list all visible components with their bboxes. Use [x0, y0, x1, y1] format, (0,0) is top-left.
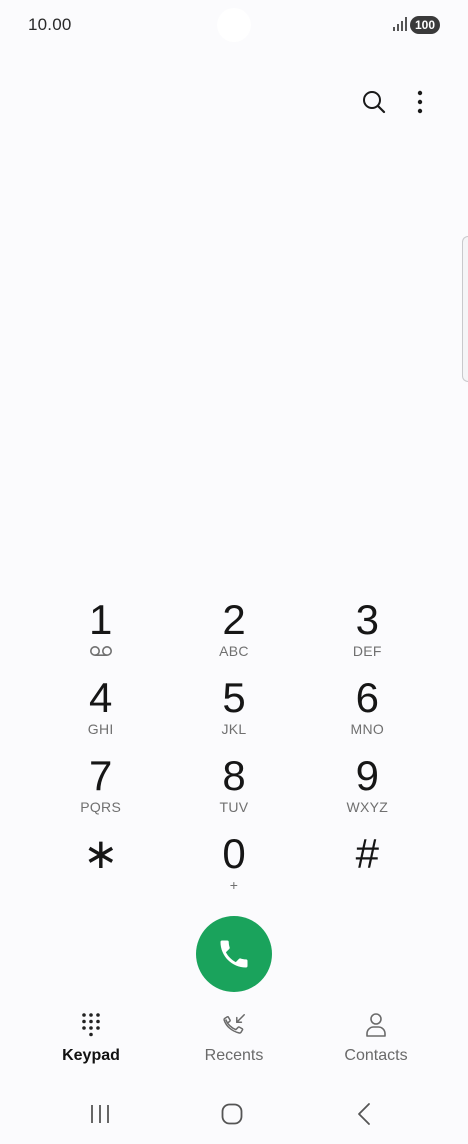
- back-button[interactable]: [342, 1092, 386, 1136]
- search-button[interactable]: [354, 82, 394, 122]
- dialpad: 1 2 ABC 3 DEF 4 GHI 5 JKL 6 MNO 7 PQRS 8…: [34, 597, 434, 909]
- key-letters: +: [229, 877, 239, 893]
- key-letters: MNO: [350, 721, 385, 737]
- phone-dialer-screen: 10.00 100 1 2 ABC 3 DEF 4 GHI 5 JKL 6 MN…: [0, 0, 468, 1144]
- tab-keypad[interactable]: Keypad: [31, 1012, 151, 1072]
- key-0[interactable]: 0 +: [167, 831, 300, 909]
- key-8[interactable]: 8 TUV: [167, 753, 300, 831]
- key-digit: 9: [355, 752, 379, 799]
- key-6[interactable]: 6 MNO: [301, 675, 434, 753]
- key-digit: 6: [355, 674, 379, 721]
- voicemail-icon: [89, 646, 112, 656]
- key-digit: ∗: [83, 830, 119, 877]
- key-digit: 4: [88, 674, 113, 721]
- dialpad-icon: [82, 1013, 100, 1037]
- key-digit: 8: [222, 752, 246, 799]
- key-4[interactable]: 4 GHI: [34, 675, 167, 753]
- key-9[interactable]: 9 WXYZ: [301, 753, 434, 831]
- signal-icon: [393, 17, 407, 31]
- key-3[interactable]: 3 DEF: [301, 597, 434, 675]
- key-letters: WXYZ: [346, 799, 389, 815]
- status-time: 10.00: [28, 15, 72, 34]
- home-button[interactable]: [210, 1092, 254, 1136]
- key-2[interactable]: 2 ABC: [167, 597, 300, 675]
- key-letters: GHI: [87, 721, 114, 737]
- key-letters: TUV: [219, 799, 249, 815]
- key-digit: 0: [222, 830, 246, 877]
- battery-indicator: 100: [410, 16, 440, 34]
- key-digit: 3: [355, 596, 379, 643]
- key-letters: ABC: [219, 643, 249, 659]
- more-options-button[interactable]: [400, 82, 440, 122]
- key-7[interactable]: 7 PQRS: [34, 753, 167, 831]
- key-digit: 2: [222, 596, 246, 643]
- tab-label: Keypad: [62, 1047, 120, 1064]
- home-icon: [221, 1103, 243, 1125]
- key-digit: 7: [88, 752, 113, 799]
- key-letters: JKL: [221, 721, 247, 737]
- key-digit: 1: [88, 596, 113, 643]
- bottom-tab-bar: Keypad Recents Contacts: [0, 1012, 468, 1072]
- key-letters: DEF: [352, 643, 382, 659]
- key-1[interactable]: 1: [34, 597, 167, 675]
- camera-cutout: [217, 8, 251, 42]
- search-icon: [363, 91, 386, 114]
- more-vertical-icon: [417, 90, 423, 114]
- tab-contacts[interactable]: Contacts: [316, 1012, 436, 1072]
- back-icon: [358, 1103, 370, 1125]
- key-hash[interactable]: #: [301, 831, 434, 909]
- key-5[interactable]: 5 JKL: [167, 675, 300, 753]
- system-navigation-bar: [0, 1092, 468, 1136]
- recent-apps-icon: [91, 1105, 109, 1123]
- person-icon: [366, 1013, 386, 1037]
- tab-recents[interactable]: Recents: [174, 1012, 294, 1072]
- edge-panel-handle[interactable]: [462, 236, 468, 382]
- recent-apps-button[interactable]: [78, 1092, 122, 1136]
- key-letters: PQRS: [80, 799, 122, 815]
- tab-label: Recents: [204, 1047, 264, 1064]
- phone-icon: [220, 940, 248, 968]
- call-button[interactable]: [196, 916, 272, 992]
- key-digit: 5: [222, 674, 246, 721]
- tab-label: Contacts: [344, 1047, 408, 1064]
- key-star[interactable]: ∗: [34, 831, 167, 909]
- key-digit: #: [355, 830, 379, 877]
- recents-call-icon: [223, 1014, 245, 1034]
